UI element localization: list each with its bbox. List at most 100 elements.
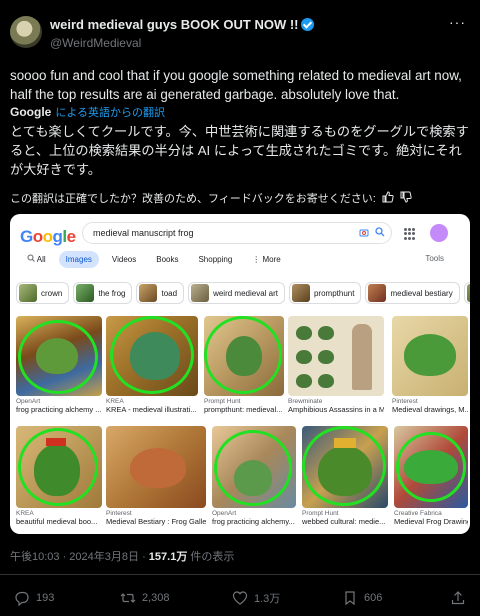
author-handle[interactable]: @WeirdMedieval [50,36,141,50]
result-source: KREA [16,510,34,517]
result-caption[interactable]: KREA - medieval illustrati... [106,405,198,414]
image-result[interactable]: KREA beautiful medieval boo... [16,426,102,526]
result-image[interactable] [394,426,468,508]
attached-screenshot[interactable]: Google medieval manuscript frog All Imag… [10,214,470,534]
result-caption[interactable]: Medieval Bestiary : Frog Galle... [106,517,206,526]
google-logo: Google [20,227,76,246]
image-result[interactable]: Pinterest Medieval Bestiary : Frog Galle… [106,426,206,526]
image-result[interactable]: KREA KREA - medieval illustrati... [106,316,198,414]
filter-shopping[interactable]: Shopping [191,251,239,268]
more-options-icon[interactable]: ··· [449,14,466,30]
result-caption[interactable]: frog practicing alchemy ... [16,405,102,414]
result-caption[interactable]: Medieval drawings, M... [392,405,468,414]
image-result[interactable]: Pinterest Medieval drawings, M... [392,316,468,414]
tools-button[interactable]: Tools [425,254,444,263]
search-filter-tabs: All Images Videos Books Shopping ⋮ More [20,250,288,268]
result-image[interactable] [288,316,384,396]
tweet-text: soooo fun and cool that if you google so… [10,68,462,102]
chip-medieval-bestiary[interactable]: medieval bestiary [365,282,460,304]
search-query: medieval manuscript frog [93,228,194,238]
reply-button[interactable]: 193 [14,590,54,606]
search-icon[interactable] [375,227,385,240]
translation-source-link[interactable]: による英語からの翻訳 [55,104,165,120]
result-caption[interactable]: webbed cultural: medie... [302,517,388,526]
result-caption[interactable]: frog practicing alchemy... [212,517,296,526]
result-source: Prompt Hunt [302,510,339,517]
divider [0,574,480,575]
apps-grid-icon[interactable] [404,228,416,240]
verified-badge-icon [301,18,315,31]
result-source: OpenArt [16,398,41,405]
share-icon [451,591,465,605]
camera-icon[interactable] [359,227,369,240]
repost-count: 2,308 [142,592,170,604]
result-caption[interactable]: beautiful medieval boo... [16,517,102,526]
google-account-avatar[interactable] [430,224,448,242]
share-button[interactable] [450,590,466,606]
filter-books[interactable]: Books [149,251,185,268]
chip-toad[interactable]: toad [136,282,185,304]
filter-more[interactable]: ⋮ More [245,251,287,268]
image-result[interactable]: OpenArt frog practicing alchemy ... [16,316,102,414]
result-source: Creative Fabrica [394,510,442,517]
result-source: Prompt Hunt [204,398,241,405]
reply-icon [15,591,29,606]
result-image[interactable] [106,426,206,508]
chip-prompthunt[interactable]: prompthunt [288,282,362,304]
translated-text: とても楽しくてクールです。今、中世芸術に関連するものをグーグルで検索すると、上位… [10,124,469,177]
result-image[interactable] [302,426,388,508]
author-avatar[interactable] [10,16,42,48]
translation-feedback: この翻訳は正確でしたか？改善のため、フィードバックをお寄せください: [10,190,412,206]
image-result[interactable]: Brewminate Amphibious Assassins in a Me.… [288,316,384,414]
like-button[interactable]: 1.3万 [232,590,280,606]
result-image[interactable] [16,316,102,396]
result-source: Brewminate [288,398,323,405]
result-image[interactable] [204,316,284,396]
filter-videos[interactable]: Videos [105,251,143,268]
author-name[interactable]: weird medieval guys BOOK OUT NOW !! [50,17,315,32]
tweet-timestamp: 午後10:03 · 2024年3月8日 · 157.1万 件の表示 [10,548,234,564]
bookmark-button[interactable]: 606 [342,590,382,606]
result-caption[interactable]: prompthunt: medieval... [204,405,284,414]
result-image[interactable] [212,426,296,508]
chip-more[interactable] [463,282,470,304]
chip-weird-medieval-art[interactable]: weird medieval art [188,282,285,304]
image-result[interactable]: Prompt Hunt webbed cultural: medie... [302,426,388,526]
translation-header: Google による英語からの翻訳 [10,104,165,120]
image-result[interactable]: Prompt Hunt prompthunt: medieval... [204,316,284,414]
author-name-text[interactable]: weird medieval guys BOOK OUT NOW !! [50,17,298,32]
like-count: 1.3万 [254,593,281,605]
result-image[interactable] [106,316,198,396]
filter-images[interactable]: Images [58,250,99,268]
search-small-icon [27,254,35,262]
result-caption[interactable]: Medieval Frog Drawing ... [394,517,468,526]
tweet-time[interactable]: 午後10:03 · 2024年3月8日 · [10,551,149,563]
result-source: KREA [106,398,124,405]
bookmark-count: 606 [364,592,383,604]
result-source: OpenArt [212,510,237,517]
result-caption[interactable]: Amphibious Assassins in a Me... [288,405,384,414]
result-image[interactable] [16,426,102,508]
filter-all[interactable]: All [20,250,53,268]
thumbs-down-icon[interactable] [400,191,412,206]
view-count: 157.1万 [148,551,188,563]
feedback-prompt: この翻訳は正確でしたか？改善のため、フィードバックをお寄せください: [10,193,376,205]
image-result[interactable]: Creative Fabrica Medieval Frog Drawing .… [394,426,468,526]
repost-icon [120,593,136,603]
more-vert-icon: ⋮ [252,254,263,264]
heart-icon [232,591,248,605]
result-image[interactable] [392,316,468,396]
tweet-header: weird medieval guys BOOK OUT NOW !! @Wei… [0,0,480,60]
tweet-actions: 193 2,308 1.3万 606 [0,590,480,610]
bookmark-icon [345,591,355,606]
chip-crown[interactable]: crown [16,282,70,304]
chip-the-frog[interactable]: the frog [73,282,133,304]
related-search-chips: crown the frog toad weird medieval art p… [16,282,470,304]
search-input[interactable]: medieval manuscript frog [82,222,392,244]
reply-count: 193 [36,592,55,604]
repost-button[interactable]: 2,308 [120,590,170,606]
result-source: Pinterest [392,398,418,405]
thumbs-up-icon[interactable] [382,190,394,206]
google-translate-logo: Google [10,105,52,119]
image-result[interactable]: OpenArt frog practicing alchemy... [212,426,296,526]
